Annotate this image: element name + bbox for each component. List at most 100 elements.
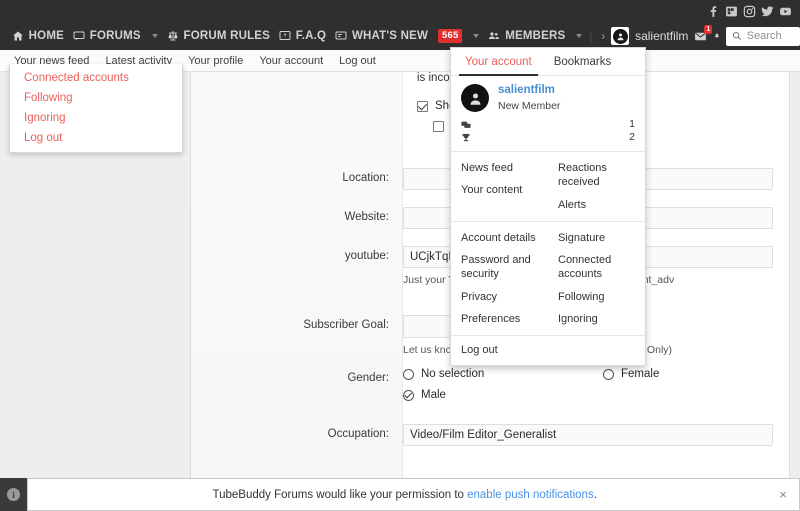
social-links [707,2,792,20]
avatar[interactable] [461,84,489,112]
avatar-glyph-icon [616,32,625,41]
acct-link-reactions-received[interactable]: Reactions received [548,157,645,194]
enable-push-notifications-link[interactable]: enable push notifications [467,489,594,501]
acct-link-account-details[interactable]: Account details [451,227,548,249]
stat-messages: 1 [461,118,635,131]
bell-icon[interactable] [714,30,720,42]
inbox-badge: 1 [704,25,712,34]
acct-link-your-content[interactable]: Your content [451,179,548,201]
nav-item-faq[interactable]: F.A.Q [279,22,326,50]
nav-label: WHAT'S NEW [352,30,428,42]
close-icon[interactable]: × [769,487,787,502]
faq-icon [279,30,291,42]
gender-option-label: No selection [421,368,484,380]
flipboard-icon[interactable] [725,5,738,18]
acct-link-password-and-security[interactable]: Password and security [451,249,548,286]
twitter-icon[interactable] [761,5,774,18]
tab-bookmarks[interactable]: Bookmarks [548,48,618,75]
instagram-icon[interactable] [743,5,756,18]
checkbox-unchecked-icon[interactable] [433,121,444,132]
acct-link-following[interactable]: Following [548,286,645,308]
acct-link-news-feed[interactable]: News feed [451,157,548,179]
avatar-glyph-icon [468,91,483,106]
members-icon [488,30,500,42]
radio-unselected-icon[interactable] [403,369,414,380]
account-links-group-1: News feed Your content Reactions receive… [451,151,645,221]
youtube-icon[interactable] [779,5,792,18]
tab-your-account[interactable]: Your account [459,48,538,76]
left-dd-connected-accounts[interactable]: Connected accounts [10,68,182,88]
push-notification-bar: TubeBuddy Forums would like your permiss… [27,478,800,511]
nav-item-forums[interactable]: FORUMS [73,22,158,50]
nav-item-forum-rules[interactable]: FORUM RULES [167,22,271,50]
notif-text-before: TubeBuddy Forums would like your permiss… [213,489,468,501]
scales-icon [167,30,179,42]
nav-label: HOME [29,30,64,42]
acct-link-privacy[interactable]: Privacy [451,286,548,308]
messages-icon [461,120,471,130]
occupation-label: Occupation: [191,424,403,446]
acct-link-alerts[interactable]: Alerts [548,194,645,216]
whats-new-badge: 565 [438,29,462,42]
main-navigation: HOME FORUMS FORUM RULES F.A.Q WHAT' [0,22,800,50]
avatar [611,27,629,45]
info-icon[interactable]: i [7,488,20,501]
subnav-your-profile[interactable]: Your profile [188,55,243,67]
page-root: HOME FORUMS FORUM RULES F.A.Q WHAT' [0,0,800,511]
chevron-down-icon[interactable] [152,34,158,38]
chevron-down-icon[interactable] [576,34,582,38]
chevron-down-icon[interactable] [473,34,479,38]
account-links-group-3: Log out [451,335,645,364]
account-links-group-2: Account details Password and security Pr… [451,221,645,335]
nav-label: FORUM RULES [184,30,271,42]
push-notification-message: TubeBuddy Forums would like your permiss… [40,489,769,501]
acct-link-preferences[interactable]: Preferences [451,308,548,330]
nav-item-members[interactable]: MEMBERS [488,22,582,50]
radio-unselected-icon[interactable] [603,369,614,380]
whats-new-icon [335,30,347,42]
search-input[interactable]: Search [726,27,800,46]
acct-link-log-out[interactable]: Log out [451,339,645,361]
nav-item-home[interactable]: HOME [12,22,64,50]
nav-overflow-prev[interactable]: ( [589,29,593,43]
subnav-log-out[interactable]: Log out [339,55,376,67]
youtube-label: youtube: [191,246,403,288]
inbox-button[interactable]: 1 [694,30,707,43]
left-account-dropdown: Connected accounts Following Ignoring Lo… [9,64,183,153]
acct-link-ignoring[interactable]: Ignoring [548,308,645,330]
account-rank: New Member [498,100,560,112]
left-dd-following[interactable]: Following [10,88,182,108]
stat-trophies-value: 2 [629,131,635,144]
gender-option-male[interactable]: Male [403,389,773,401]
nav-label: FORUMS [90,30,141,42]
website-label: Website: [191,207,403,229]
account-dropdown-user: salientfilm New Member [451,76,645,116]
home-icon [12,30,24,42]
subscriber-goal-label: Subscriber Goal: [191,315,403,358]
search-icon [732,31,742,41]
account-dropdown-panel: Your account Bookmarks salientfilm New M… [450,47,646,366]
acct-link-connected-accounts[interactable]: Connected accounts [548,249,645,286]
location-label: Location: [191,168,403,190]
facebook-icon[interactable] [707,5,720,18]
nav-item-whats-new[interactable]: WHAT'S NEW 565 [335,22,480,50]
acct-link-signature[interactable]: Signature [548,227,645,249]
account-username[interactable]: salientfilm [498,84,560,98]
left-dd-log-out[interactable]: Log out [10,128,182,148]
radio-selected-icon[interactable] [403,390,414,401]
row-occupation: Occupation: Video/Film Editor_Generalist [191,424,791,446]
gender-option-female[interactable]: Female [603,368,659,380]
left-dd-ignoring[interactable]: Ignoring [10,108,182,128]
gender-option-no-selection[interactable]: No selection [403,368,603,380]
checkbox-checked-icon[interactable] [417,101,428,112]
stat-trophies: 2 [461,131,635,144]
occupation-input[interactable]: Video/Film Editor_Generalist [403,424,773,446]
user-menu-trigger[interactable]: salientfilm [611,27,688,45]
nav-overflow-next[interactable]: › [601,29,605,43]
subnav-your-account[interactable]: Your account [259,55,323,67]
account-stats: 1 2 [451,116,645,151]
stat-messages-value: 1 [629,118,635,131]
trophy-icon [461,133,471,143]
nav-label: F.A.Q [296,30,326,42]
search-placeholder: Search [747,30,782,42]
